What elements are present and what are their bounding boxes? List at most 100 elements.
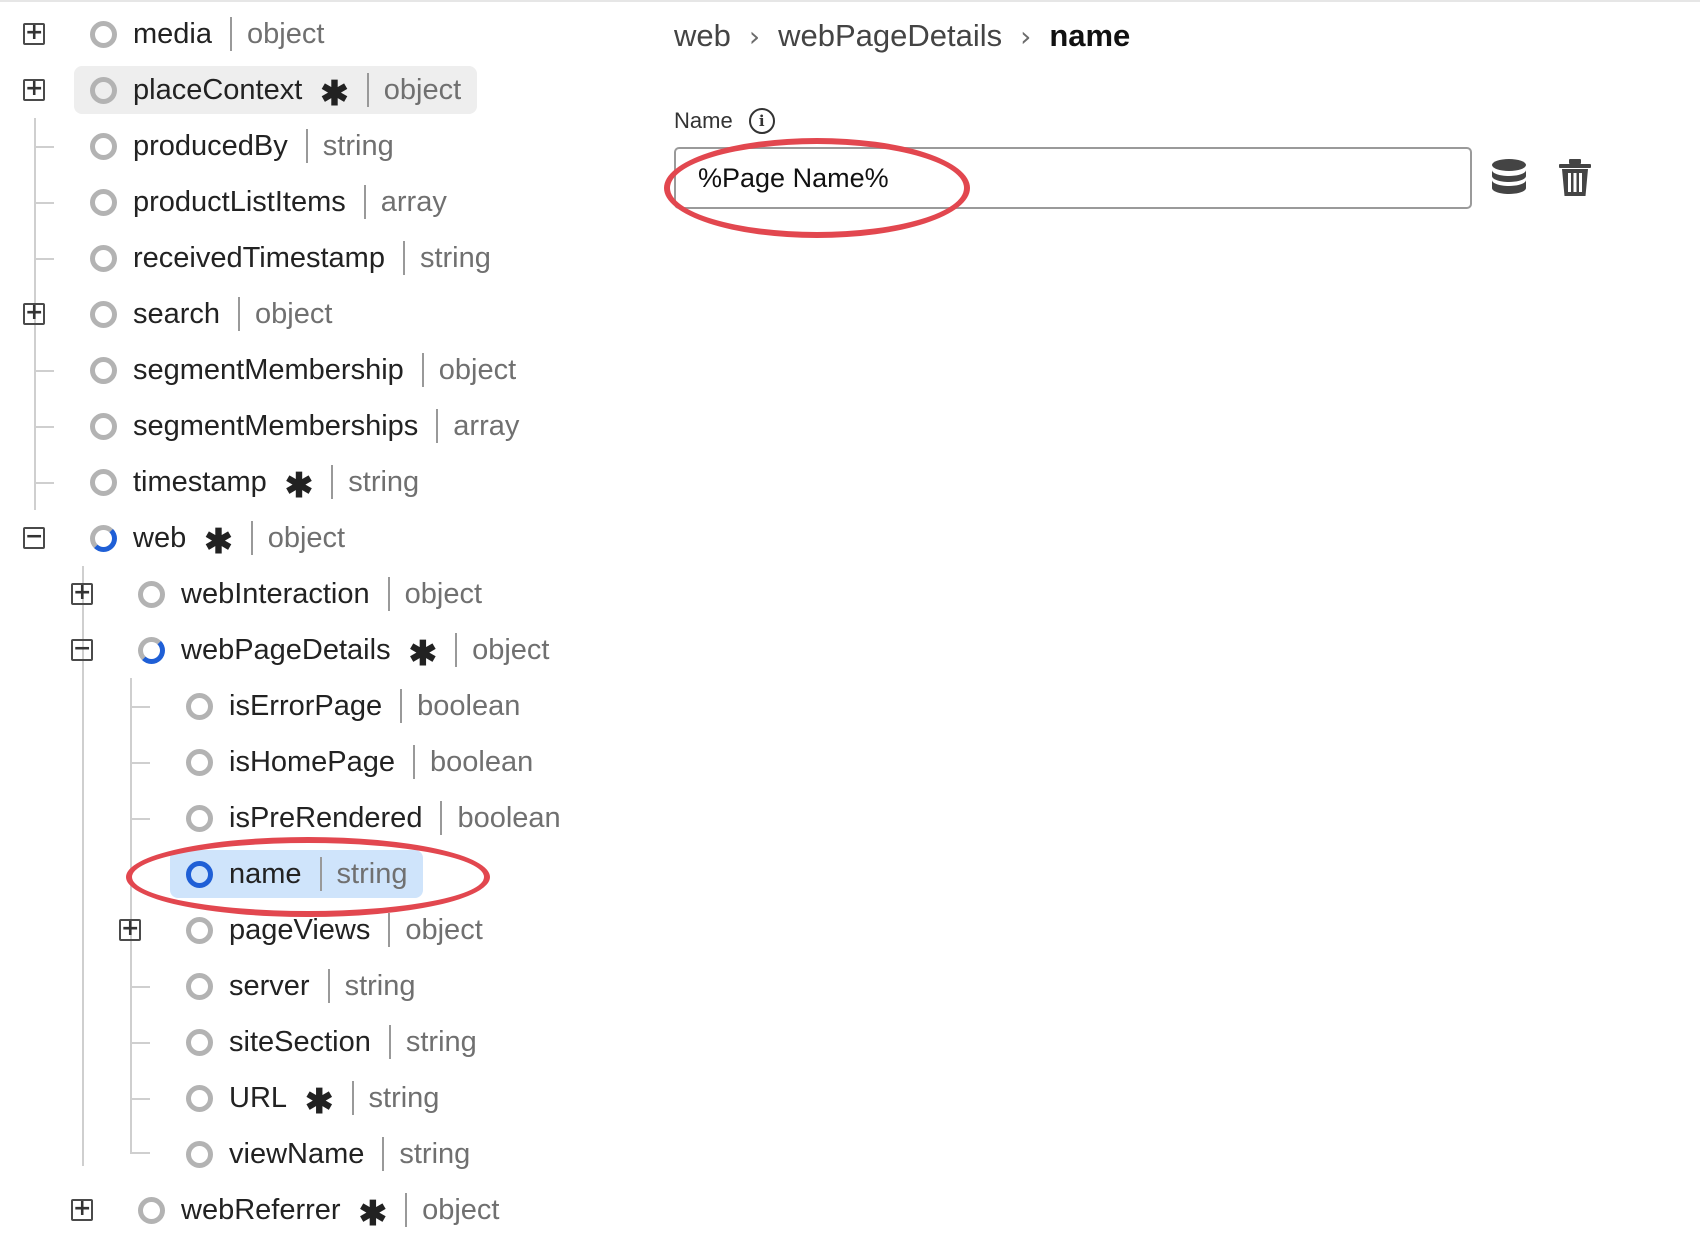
tree-row-label[interactable]: productListItems array: [82, 185, 447, 219]
tree-row-label[interactable]: isHomePage boolean: [178, 745, 533, 779]
field-name: siteSection: [229, 1025, 371, 1058]
tree-row-label[interactable]: webReferrer ✱ object: [130, 1193, 499, 1231]
tree-row-label[interactable]: name string: [170, 850, 424, 898]
tree-row-isPreRendered[interactable]: isPreRendered boolean: [178, 794, 561, 842]
radio-icon[interactable]: [186, 1140, 213, 1168]
radio-icon[interactable]: [90, 356, 117, 384]
collapse-toggle-web[interactable]: −: [23, 526, 45, 549]
tree-row-label[interactable]: segmentMembership object: [82, 353, 516, 387]
expand-toggle-placeContext[interactable]: +: [23, 78, 45, 101]
radio-icon[interactable]: [186, 804, 213, 832]
tree-row-webReferrer[interactable]: webReferrer ✱ object: [130, 1186, 499, 1234]
radio-icon[interactable]: [90, 412, 117, 440]
tree-connector: [130, 986, 150, 988]
database-icon[interactable]: [1490, 158, 1528, 198]
radio-icon[interactable]: [90, 244, 117, 272]
breadcrumb: web › webPageDetails › name: [674, 14, 1130, 58]
tree-row-web[interactable]: web ✱ object: [82, 514, 345, 562]
field-type: array: [380, 185, 447, 218]
required-asterisk-icon: ✱: [358, 1195, 388, 1233]
tree-row-label[interactable]: media object: [82, 17, 324, 51]
tree-row-label[interactable]: isPreRendered boolean: [178, 801, 561, 835]
field-type: string: [336, 857, 408, 890]
tree-row-label[interactable]: viewName string: [178, 1137, 470, 1171]
tree-row-viewName[interactable]: viewName string: [178, 1130, 470, 1178]
radio-partial-icon[interactable]: [90, 524, 117, 552]
field-type: array: [453, 409, 520, 442]
tree-row-pageViews[interactable]: pageViews object: [178, 906, 483, 954]
expand-toggle-media[interactable]: +: [23, 22, 45, 45]
radio-icon[interactable]: [186, 972, 213, 1000]
tree-connector: [34, 146, 54, 148]
field-label: Name i: [674, 108, 775, 134]
radio-icon[interactable]: [90, 300, 117, 328]
separator: [440, 801, 443, 835]
radio-icon[interactable]: [90, 468, 117, 496]
expand-toggle-webInteraction[interactable]: +: [71, 582, 93, 605]
tree-connector: [130, 706, 150, 708]
name-value-input[interactable]: [674, 147, 1472, 209]
tree-row-label[interactable]: search object: [82, 297, 332, 331]
tree-row-label[interactable]: timestamp ✱ string: [82, 465, 419, 503]
radio-icon[interactable]: [90, 20, 117, 48]
tree-row-label[interactable]: segmentMemberships array: [82, 409, 519, 443]
expand-toggle-pageViews[interactable]: +: [119, 918, 141, 941]
radio-partial-icon[interactable]: [138, 636, 165, 664]
tree-row-receivedTimestamp[interactable]: receivedTimestamp string: [82, 234, 491, 282]
tree-row-name-selected[interactable]: name string: [170, 850, 424, 898]
breadcrumb-item-web[interactable]: web: [674, 18, 731, 54]
tree-row-label[interactable]: receivedTimestamp string: [82, 241, 491, 275]
separator: [387, 577, 390, 611]
radio-icon[interactable]: [90, 188, 117, 216]
tree-row-label[interactable]: placeContext ✱ object: [74, 66, 478, 114]
tree-row-label[interactable]: siteSection string: [178, 1025, 477, 1059]
tree-row-label[interactable]: isErrorPage boolean: [178, 689, 520, 723]
separator: [436, 409, 439, 443]
tree-row-webPageDetails[interactable]: webPageDetails ✱ object: [130, 626, 549, 674]
field-type: object: [472, 633, 550, 666]
field-type: boolean: [417, 689, 521, 722]
tree-row-label[interactable]: webInteraction object: [130, 577, 482, 611]
tree-row-label[interactable]: web ✱ object: [82, 521, 345, 559]
tree-row-segmentMemberships[interactable]: segmentMemberships array: [82, 402, 519, 450]
tree-row-label[interactable]: pageViews object: [178, 913, 483, 947]
radio-icon[interactable]: [90, 76, 117, 104]
radio-icon[interactable]: [186, 916, 213, 944]
info-icon[interactable]: i: [748, 108, 775, 134]
radio-icon[interactable]: [186, 692, 213, 720]
tree-row-media[interactable]: media object: [82, 10, 324, 58]
collapse-toggle-webPageDetails[interactable]: −: [71, 638, 93, 661]
tree-row-productListItems[interactable]: productListItems array: [82, 178, 447, 226]
tree-row-label[interactable]: webPageDetails ✱ object: [130, 633, 550, 671]
radio-icon[interactable]: [186, 1084, 213, 1112]
breadcrumb-item-webPageDetails[interactable]: webPageDetails: [778, 18, 1002, 54]
radio-selected-icon[interactable]: [186, 860, 213, 888]
trash-icon[interactable]: [1558, 158, 1592, 198]
tree-row-producedBy[interactable]: producedBy string: [82, 122, 394, 170]
tree-row-webInteraction[interactable]: webInteraction object: [130, 570, 482, 618]
expand-toggle-webReferrer[interactable]: +: [71, 1198, 93, 1221]
tree-row-isHomePage[interactable]: isHomePage boolean: [178, 738, 533, 786]
tree-row-timestamp[interactable]: timestamp ✱ string: [82, 458, 419, 506]
tree-row-search[interactable]: search object: [82, 290, 332, 338]
tree-row-siteSection[interactable]: siteSection string: [178, 1018, 477, 1066]
radio-icon[interactable]: [138, 1196, 165, 1224]
tree-connector: [130, 1152, 150, 1154]
radio-icon[interactable]: [90, 132, 117, 160]
field-name: search: [133, 297, 221, 330]
tree-row-label[interactable]: URL ✱ string: [178, 1081, 439, 1119]
tree-row-URL[interactable]: URL ✱ string: [178, 1074, 439, 1122]
radio-icon[interactable]: [186, 1028, 213, 1056]
separator: [250, 521, 253, 555]
radio-icon[interactable]: [186, 748, 213, 776]
tree-row-segmentMembership[interactable]: segmentMembership object: [82, 346, 516, 394]
tree-row-label[interactable]: server string: [178, 969, 416, 1003]
field-type: string: [405, 1025, 477, 1058]
tree-row-server[interactable]: server string: [178, 962, 416, 1010]
expand-toggle-search[interactable]: +: [23, 302, 45, 325]
tree-row-placeContext[interactable]: placeContext ✱ object: [74, 66, 478, 114]
field-type: boolean: [430, 745, 534, 778]
tree-row-label[interactable]: producedBy string: [82, 129, 394, 163]
tree-row-isErrorPage[interactable]: isErrorPage boolean: [178, 682, 520, 730]
radio-icon[interactable]: [138, 580, 165, 608]
